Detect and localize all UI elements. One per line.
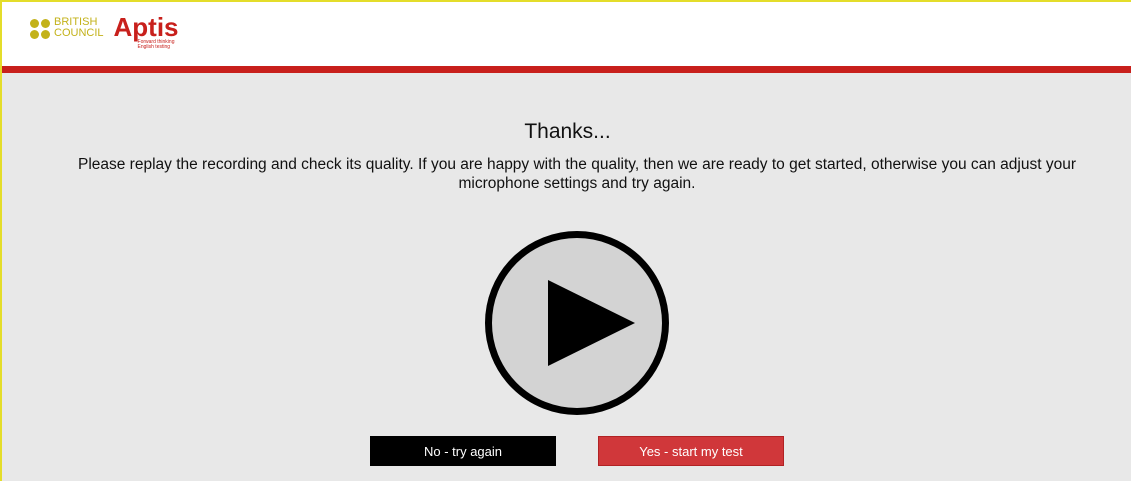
instruction-message: Please replay the recording and check it… [77, 156, 1077, 192]
play-recording-button[interactable] [485, 231, 669, 415]
logo-dot [41, 30, 50, 39]
try-again-button[interactable]: No - try again [370, 436, 556, 466]
aptis-logo: Aptis Forward thinking English testing [114, 14, 179, 50]
british-council-wordmark: BRITISH COUNCIL [54, 17, 104, 39]
start-test-button[interactable]: Yes - start my test [598, 436, 784, 466]
page-frame: BRITISH COUNCIL Aptis Forward thinking E… [0, 0, 1131, 481]
play-icon [548, 280, 635, 366]
header-divider [2, 66, 1131, 73]
logo: BRITISH COUNCIL Aptis Forward thinking E… [30, 14, 179, 54]
logo-dot [30, 30, 39, 39]
logo-dot [41, 19, 50, 28]
product-tagline: Forward thinking English testing [137, 39, 175, 50]
logo-dot [30, 19, 39, 28]
page-title: Thanks... [524, 120, 611, 143]
british-council-dots-icon [30, 19, 50, 39]
org-line-2: COUNCIL [54, 27, 104, 39]
product-name: Aptis [113, 12, 179, 42]
header: BRITISH COUNCIL Aptis Forward thinking E… [2, 2, 1131, 66]
